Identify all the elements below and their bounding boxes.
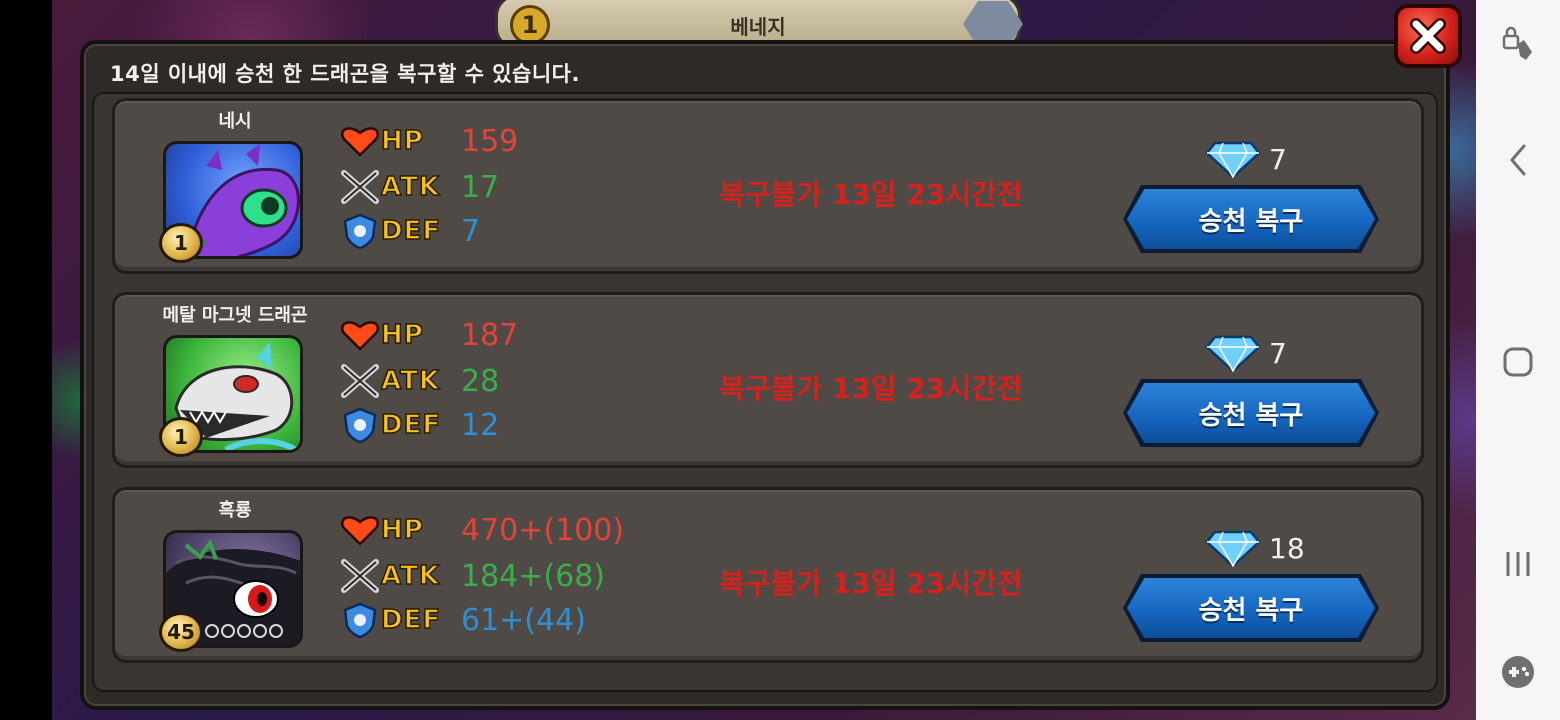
gem-cost-value: 7 — [1269, 336, 1287, 370]
atk-label: ATK — [380, 560, 440, 592]
hp-label: HP — [380, 319, 424, 351]
star-empty-icon — [221, 624, 235, 638]
star-rating — [205, 624, 283, 638]
star-empty-icon — [253, 624, 267, 638]
hp-row: HP 159 — [339, 121, 518, 161]
dragon-list[interactable]: 네시 1 HP 159 ATK 17 DEF 7 복구불가 13일 23시간전 … — [92, 92, 1438, 692]
diamond-icon — [1205, 335, 1261, 373]
restore-dialog: 14일 이내에 승천 한 드래곤을 복구할 수 있습니다. 네시 1 HP 15… — [80, 40, 1450, 710]
shield-icon — [339, 213, 381, 249]
gem-cost: 18 — [1205, 528, 1305, 568]
dragon-name: 흑룡 — [218, 500, 252, 521]
dragon-card: 네시 1 HP 159 ATK 17 DEF 7 복구불가 13일 23시간전 … — [112, 98, 1424, 274]
crossed-swords-icon — [339, 363, 381, 399]
gem-cost: 7 — [1205, 139, 1287, 179]
atk-value: 17 — [461, 169, 500, 205]
hp-value: 159 — [461, 123, 519, 159]
heart-icon — [339, 317, 381, 353]
atk-label: ATK — [380, 171, 440, 203]
level-badge: 1 — [159, 223, 203, 263]
heart-icon — [339, 512, 381, 548]
touch-lock-icon[interactable] — [1498, 24, 1538, 64]
game-tools-icon[interactable] — [1498, 652, 1538, 692]
def-label: DEF — [380, 215, 442, 247]
level-badge: 1 — [159, 417, 203, 457]
shield-icon — [339, 407, 381, 443]
diamond-icon — [1205, 530, 1261, 568]
atk-value: 28 — [461, 363, 500, 399]
def-value: 12 — [461, 407, 500, 443]
restore-button[interactable]: 승천 복구 — [1127, 578, 1375, 638]
star-empty-icon — [269, 624, 283, 638]
dragon-card: 메탈 마그넷 드래곤 1 HP 187 ATK 28 DEF 12 복구불가 1… — [112, 292, 1424, 468]
hp-value: 187 — [461, 317, 519, 353]
restore-button[interactable]: 승천 복구 — [1127, 383, 1375, 443]
shield-icon — [339, 602, 381, 638]
hp-row: HP 187 — [339, 315, 518, 355]
left-bezel — [0, 0, 52, 720]
dragon-name: 메탈 마그넷 드래곤 — [162, 305, 308, 326]
close-x-icon — [1410, 18, 1446, 54]
atk-row: ATK 28 — [339, 361, 499, 401]
level-badge: 45 — [159, 612, 203, 652]
atk-value: 184+(68) — [461, 558, 605, 594]
def-value: 61+(44) — [461, 602, 586, 638]
crossed-swords-icon — [339, 169, 381, 205]
hp-value: 470+(100) — [461, 512, 625, 548]
restore-deadline: 복구불가 13일 23시간전 — [719, 567, 1023, 600]
close-button[interactable] — [1394, 4, 1462, 68]
hp-label: HP — [380, 125, 424, 157]
def-value: 7 — [461, 213, 481, 249]
dialog-message: 14일 이내에 승천 한 드래곤을 복구할 수 있습니다. — [110, 62, 580, 86]
def-row: DEF 7 — [339, 211, 480, 251]
atk-row: ATK 184+(68) — [339, 556, 605, 596]
gem-cost: 7 — [1205, 333, 1287, 373]
hp-label: HP — [380, 514, 424, 546]
gem-cost-value: 7 — [1269, 142, 1287, 176]
dragon-name: 네시 — [218, 111, 252, 132]
def-label: DEF — [380, 409, 442, 441]
crossed-swords-icon — [339, 558, 381, 594]
dragon-card: 흑룡 45 HP 470+(100) ATK 184+(68) DEF 61+(… — [112, 487, 1424, 663]
heart-icon — [339, 123, 381, 159]
atk-row: ATK 17 — [339, 167, 499, 207]
star-empty-icon — [205, 624, 219, 638]
restore-deadline: 복구불가 13일 23시간전 — [719, 178, 1023, 211]
restore-deadline: 복구불가 13일 23시간전 — [719, 372, 1023, 405]
diamond-icon — [1205, 141, 1261, 179]
star-empty-icon — [237, 624, 251, 638]
restore-button[interactable]: 승천 복구 — [1127, 189, 1375, 249]
hp-row: HP 470+(100) — [339, 510, 624, 550]
def-row: DEF 61+(44) — [339, 600, 586, 640]
tab-title: 베네지 — [730, 15, 786, 39]
gem-cost-value: 18 — [1269, 531, 1305, 565]
atk-label: ATK — [380, 365, 440, 397]
def-row: DEF 12 — [339, 405, 499, 445]
back-icon[interactable] — [1498, 140, 1538, 180]
home-icon[interactable] — [1498, 342, 1538, 382]
recents-icon[interactable] — [1498, 544, 1538, 584]
def-label: DEF — [380, 604, 442, 636]
android-nav-bar — [1476, 0, 1560, 720]
